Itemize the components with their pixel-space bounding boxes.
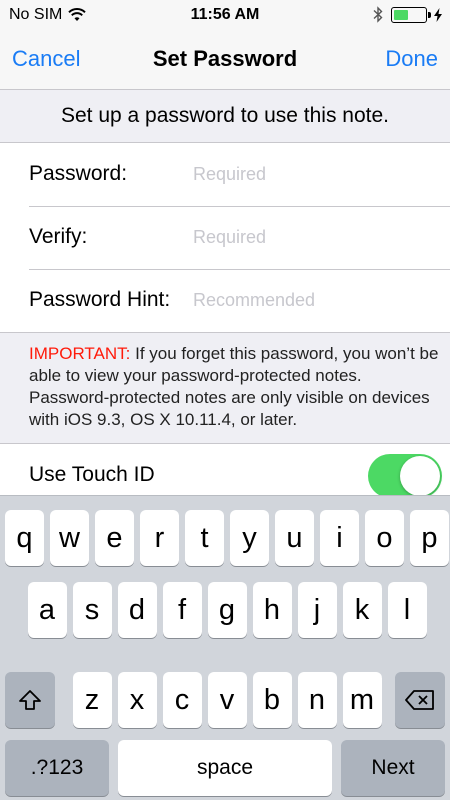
next-key[interactable]: Next — [341, 740, 445, 796]
key-q[interactable]: q — [5, 510, 44, 566]
keyboard: .?123 space Next qwertyuiop asdfghjkl zxcv… — [0, 495, 450, 800]
key-v[interactable]: v — [207, 672, 247, 728]
hint-input[interactable] — [193, 285, 433, 315]
delete-icon — [405, 690, 434, 710]
key-r[interactable]: r — [140, 510, 179, 566]
status-bar: No SIM 11:56 AM — [0, 0, 450, 30]
status-right — [373, 6, 442, 23]
key-g[interactable]: g — [207, 582, 247, 638]
key-a[interactable]: a — [27, 582, 67, 638]
charging-bolt-icon — [434, 7, 442, 22]
key-j[interactable]: j — [297, 582, 337, 638]
done-button[interactable]: Done — [385, 46, 438, 72]
key-f[interactable]: f — [162, 582, 202, 638]
key-t[interactable]: t — [185, 510, 224, 566]
key-l[interactable]: l — [387, 582, 427, 638]
touch-id-toggle[interactable] — [368, 454, 442, 498]
toggle-knob — [400, 456, 440, 496]
page-title: Set Password — [152, 46, 298, 71]
key-z[interactable]: z — [72, 672, 112, 728]
key-c[interactable]: c — [162, 672, 202, 728]
info-text: IMPORTANT: If you forget this password, … — [29, 343, 439, 431]
key-y[interactable]: y — [230, 510, 269, 566]
key-o[interactable]: o — [365, 510, 404, 566]
navigation-bar: Cancel Set Password Done — [0, 30, 450, 90]
verify-label: Verify: — [29, 225, 88, 248]
key-k[interactable]: k — [342, 582, 382, 638]
battery-level — [394, 9, 408, 20]
password-form: Password: Verify: Password Hint: — [0, 142, 450, 333]
numbers-key[interactable]: .?123 — [5, 740, 109, 796]
touch-id-label: Use Touch ID — [29, 463, 155, 486]
hint-label: Password Hint: — [29, 288, 171, 311]
shift-icon — [19, 690, 41, 710]
key-b[interactable]: b — [252, 672, 292, 728]
key-w[interactable]: w — [50, 510, 89, 566]
hint-row: Password Hint: — [0, 269, 450, 332]
password-input[interactable] — [193, 159, 433, 189]
key-e[interactable]: e — [95, 510, 134, 566]
verify-input[interactable] — [193, 222, 433, 252]
key-i[interactable]: i — [320, 510, 359, 566]
key-h[interactable]: h — [252, 582, 292, 638]
key-n[interactable]: n — [297, 672, 337, 728]
space-key[interactable]: space — [118, 740, 332, 796]
key-p[interactable]: p — [410, 510, 449, 566]
verify-row: Verify: — [0, 206, 450, 269]
battery-icon — [391, 6, 431, 23]
key-u[interactable]: u — [275, 510, 314, 566]
bluetooth-icon — [373, 6, 383, 23]
password-row: Password: — [0, 143, 450, 206]
key-x[interactable]: x — [117, 672, 157, 728]
key-m[interactable]: m — [342, 672, 382, 728]
delete-key[interactable] — [395, 672, 445, 728]
shift-key[interactable] — [5, 672, 55, 728]
key-d[interactable]: d — [117, 582, 157, 638]
section-header: Set up a password to use this note. — [60, 104, 390, 127]
password-label: Password: — [29, 162, 128, 185]
important-label: IMPORTANT: — [29, 344, 131, 363]
key-s[interactable]: s — [72, 582, 112, 638]
